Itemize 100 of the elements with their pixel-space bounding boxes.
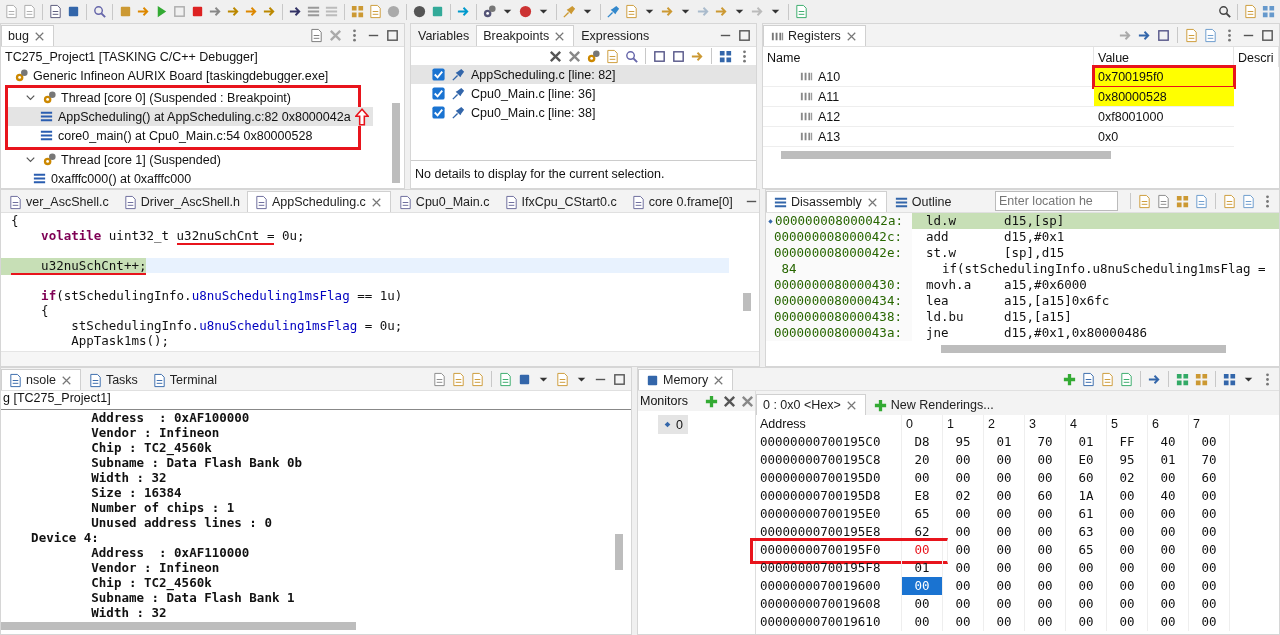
document-icon[interactable] xyxy=(1243,4,1258,19)
memory-cell[interactable]: 00 xyxy=(1107,595,1148,613)
memory-cell[interactable]: 02 xyxy=(1107,469,1148,487)
memory-cell[interactable]: 00 xyxy=(1189,433,1230,451)
memory-cell[interactable]: 01 xyxy=(984,433,1025,451)
memory-cell[interactable]: D8 xyxy=(902,433,943,451)
memory-cell[interactable]: 00 xyxy=(1025,541,1066,559)
checkbox[interactable] xyxy=(431,105,446,120)
memory-cell[interactable]: 00 xyxy=(1025,613,1066,631)
tab[interactable]: IfxCpu_CStart0.c xyxy=(496,191,624,212)
monitor-item[interactable]: 0 xyxy=(658,415,688,434)
memory-cell[interactable]: E0 xyxy=(1066,451,1107,469)
memory-cell[interactable]: 00 xyxy=(984,487,1025,505)
tree-item[interactable]: 0xafffc000() at 0xafffc000 xyxy=(1,169,196,188)
memory-cell[interactable]: 00 xyxy=(1107,541,1148,559)
memory-cell[interactable]: 00 xyxy=(1148,505,1189,523)
memory-cell[interactable]: 00 xyxy=(984,451,1025,469)
document-icon[interactable] xyxy=(1194,193,1209,209)
tab[interactable]: Disassembly xyxy=(766,191,887,212)
document-icon[interactable] xyxy=(309,27,324,43)
tab[interactable]: New Renderings... xyxy=(865,394,1001,415)
memory-cell[interactable]: 00 xyxy=(984,613,1025,631)
maximize-icon[interactable] xyxy=(671,48,686,64)
memory-cell[interactable]: 00 xyxy=(1189,595,1230,613)
location-field[interactable]: Enter location he xyxy=(995,191,1118,211)
memory-cell[interactable]: 00 xyxy=(902,577,943,595)
document-icon[interactable] xyxy=(48,4,63,19)
memory-cell[interactable]: 00 xyxy=(1107,505,1148,523)
memory-cell[interactable]: FF xyxy=(1107,433,1148,451)
memory-cell[interactable]: 02 xyxy=(943,487,984,505)
memory-cell[interactable]: 00 xyxy=(1066,577,1107,595)
memory-cell[interactable]: 00 xyxy=(943,451,984,469)
memory-cell[interactable]: 00 xyxy=(1025,595,1066,613)
tab[interactable]: Tasks xyxy=(80,369,145,390)
memory-cell[interactable]: 00 xyxy=(1148,541,1189,559)
memory-cell[interactable]: 40 xyxy=(1148,433,1189,451)
tab[interactable]: 0 : 0x0 <Hex> xyxy=(756,394,866,415)
memory-cell[interactable]: 00 xyxy=(902,541,943,559)
memory-cell[interactable]: 00 xyxy=(1148,613,1189,631)
delete-icon[interactable] xyxy=(567,48,582,64)
search-icon[interactable] xyxy=(1217,4,1232,19)
memory-cell[interactable]: 00 xyxy=(1107,559,1148,577)
memory-cell[interactable]: 61 xyxy=(1066,505,1107,523)
memory-cell[interactable]: 63 xyxy=(1066,523,1107,541)
tree-item[interactable]: Thread [core 0] (Suspended : Breakpoint) xyxy=(8,88,295,107)
memory-cell[interactable]: 00 xyxy=(1148,577,1189,595)
memory-cell[interactable]: 20 xyxy=(902,451,943,469)
document-icon[interactable] xyxy=(1119,371,1134,387)
memory-cell[interactable]: 65 xyxy=(1066,541,1107,559)
scrollbar[interactable] xyxy=(781,151,1111,159)
memory-cell[interactable]: 60 xyxy=(1189,469,1230,487)
circle-icon[interactable] xyxy=(412,4,427,19)
memory-cell[interactable]: 00 xyxy=(1148,559,1189,577)
document-icon[interactable] xyxy=(1081,371,1096,387)
memory-cell[interactable]: 60 xyxy=(1066,469,1107,487)
memory-cell[interactable]: 00 xyxy=(943,577,984,595)
memory-cell[interactable]: 00 xyxy=(1025,451,1066,469)
maximize-icon[interactable] xyxy=(612,371,627,387)
memory-cell[interactable]: 00 xyxy=(1189,577,1230,595)
pin-icon[interactable] xyxy=(606,4,621,19)
memory-cell[interactable]: 00 xyxy=(1148,469,1189,487)
memory-cell[interactable]: 00 xyxy=(984,505,1025,523)
memory-cell[interactable]: 00 xyxy=(943,559,984,577)
breakpoint-item[interactable]: Cpu0_Main.c [line: 36] xyxy=(411,84,756,103)
memory-cell[interactable]: 00 xyxy=(1107,487,1148,505)
memory-cell[interactable]: 62 xyxy=(902,523,943,541)
search-icon[interactable] xyxy=(624,48,639,64)
tab[interactable]: Terminal xyxy=(144,369,225,390)
tab[interactable]: Expressions xyxy=(574,25,657,46)
breakpoint-item[interactable]: Cpu0_Main.c [line: 38] xyxy=(411,103,756,122)
delete-icon[interactable] xyxy=(722,393,737,409)
memory-cell[interactable]: 00 xyxy=(943,595,984,613)
tab[interactable]: Registers xyxy=(763,25,866,46)
memory-cell[interactable]: 00 xyxy=(1025,523,1066,541)
memory-cell[interactable]: 00 xyxy=(1189,613,1230,631)
checkbox[interactable] xyxy=(431,86,446,101)
document-icon[interactable] xyxy=(1156,193,1171,209)
scrollbar[interactable] xyxy=(941,345,1226,353)
tab[interactable]: nsole xyxy=(1,369,81,390)
memory-cell[interactable]: 00 xyxy=(984,595,1025,613)
memory-cell[interactable]: 00 xyxy=(984,559,1025,577)
memory-cell[interactable]: 00 xyxy=(1066,559,1107,577)
memory-cell[interactable]: 95 xyxy=(943,433,984,451)
square-icon[interactable] xyxy=(118,4,133,19)
memory-cell[interactable]: 00 xyxy=(984,523,1025,541)
document-icon[interactable] xyxy=(368,4,383,19)
grid-icon[interactable] xyxy=(718,48,733,64)
arrow-icon[interactable] xyxy=(288,4,303,19)
gear-icon[interactable] xyxy=(586,48,601,64)
memory-cell[interactable]: 1A xyxy=(1066,487,1107,505)
memory-cell[interactable]: 01 xyxy=(1066,433,1107,451)
memory-cell[interactable]: 00 xyxy=(1189,559,1230,577)
memory-cell[interactable]: 00 xyxy=(943,541,984,559)
grid-icon[interactable] xyxy=(1175,371,1190,387)
memory-cell[interactable]: E8 xyxy=(902,487,943,505)
document-icon[interactable] xyxy=(794,4,809,19)
tab[interactable]: Cpu0_Main.c xyxy=(390,191,497,212)
memory-cell[interactable]: 00 xyxy=(1025,577,1066,595)
add-icon[interactable] xyxy=(1062,371,1077,387)
tree-item[interactable]: AppScheduling() at AppScheduling.c:82 0x8000042a xyxy=(8,107,373,126)
